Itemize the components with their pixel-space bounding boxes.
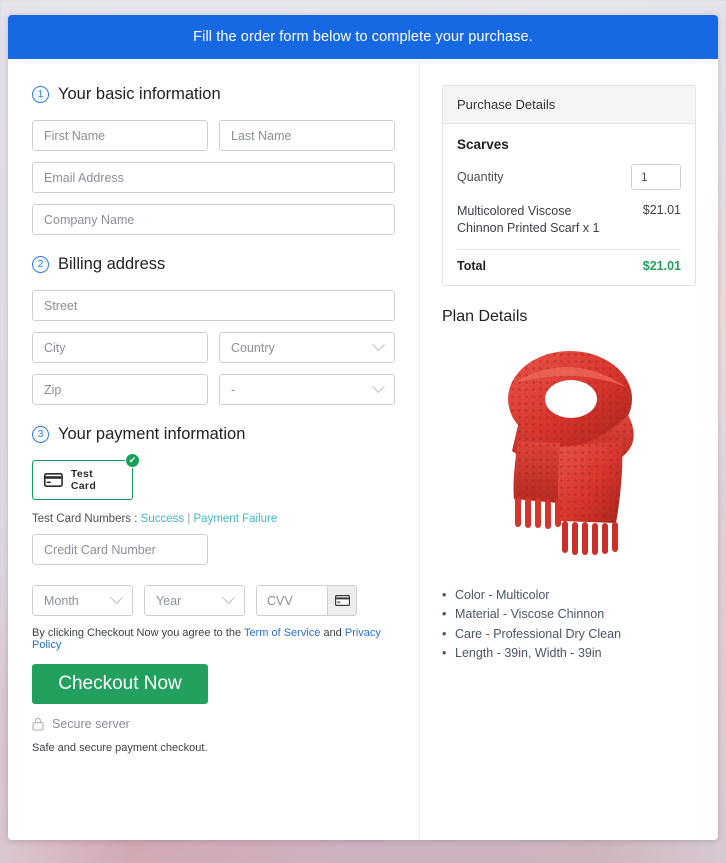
payment-method-option-wrapper: Test Card ✔ xyxy=(32,453,140,500)
lock-icon xyxy=(32,717,44,731)
terms-line: By clicking Checkout Now you agree to th… xyxy=(32,627,395,651)
purchase-details-heading: Purchase Details xyxy=(443,86,695,124)
summary-column: Purchase Details Scarves Quantity 1 Mult… xyxy=(420,59,718,840)
red-knitted-scarf-photo xyxy=(508,350,634,555)
banner-text: Fill the order form below to complete yo… xyxy=(193,29,533,45)
plan-bullet-list: Color - Multicolor Material - Viscose Ch… xyxy=(442,586,696,664)
cvv-input[interactable]: CVV xyxy=(256,585,327,616)
test-card-numbers-prefix: Test Card Numbers : xyxy=(32,513,141,525)
zip-input[interactable]: Zip xyxy=(32,374,208,405)
email-row: Email Address xyxy=(32,162,395,193)
state-select[interactable]: - xyxy=(219,374,395,405)
step-heading-basic: 1 Your basic information xyxy=(32,85,395,104)
chevron-down-icon xyxy=(372,338,385,352)
credit-card-icon xyxy=(334,595,350,606)
success-card-link[interactable]: Success xyxy=(141,513,184,525)
totals-divider xyxy=(457,248,681,250)
city-input[interactable]: City xyxy=(32,332,208,363)
expiry-cvv-row: Month Year CVV xyxy=(32,585,395,616)
year-select-value: Year xyxy=(156,593,182,608)
purchase-details-panel: Purchase Details Scarves Quantity 1 Mult… xyxy=(442,85,696,286)
total-label: Total xyxy=(457,258,486,273)
street-input[interactable]: Street xyxy=(32,290,395,321)
payment-method-label: Test Card xyxy=(70,468,97,492)
secure-server-note: Secure server xyxy=(32,717,395,731)
cvv-group: CVV xyxy=(256,585,357,616)
step-number-1: 1 xyxy=(32,86,49,103)
card-body: 1 Your basic information First Name Last… xyxy=(8,59,718,840)
street-row: Street xyxy=(32,290,395,321)
line-item-price: $21.01 xyxy=(642,203,681,217)
chevron-down-icon xyxy=(222,591,235,605)
terms-text-middle: and xyxy=(320,627,345,639)
company-name-input[interactable]: Company Name xyxy=(32,204,395,235)
cvv-help-button[interactable] xyxy=(327,585,357,616)
payment-method-test-card[interactable]: Test Card xyxy=(32,460,133,500)
year-select[interactable]: Year xyxy=(144,585,245,616)
email-input[interactable]: Email Address xyxy=(32,162,395,193)
plan-details-heading: Plan Details xyxy=(442,307,528,325)
checkout-button[interactable]: Checkout Now xyxy=(32,664,208,704)
form-column: 1 Your basic information First Name Last… xyxy=(8,59,420,840)
list-item: Color - Multicolor xyxy=(442,586,696,606)
step-number-2: 2 xyxy=(32,256,49,273)
line-item-description: Multicolored Viscose Chinnon Printed Sca… xyxy=(457,204,600,235)
product-image xyxy=(442,332,696,582)
product-name: Scarves xyxy=(457,137,509,152)
terms-text-before: By clicking Checkout Now you agree to th… xyxy=(32,627,244,639)
term-of-service-link[interactable]: Term of Service xyxy=(244,627,320,639)
country-select[interactable]: Country xyxy=(219,332,395,363)
payment-failure-card-link[interactable]: Payment Failure xyxy=(194,513,278,525)
step-title-basic: Your basic information xyxy=(58,85,221,103)
name-row: First Name Last Name xyxy=(32,120,395,151)
step-heading-payment: 3 Your payment information xyxy=(32,425,395,444)
credit-card-number-input[interactable]: Credit Card Number xyxy=(32,534,208,565)
chevron-down-icon xyxy=(110,591,123,605)
line-item-row: Multicolored Viscose Chinnon Printed Sca… xyxy=(457,203,681,237)
quantity-row: Quantity 1 xyxy=(457,164,681,190)
last-name-input[interactable]: Last Name xyxy=(219,120,395,151)
state-select-value: - xyxy=(231,382,236,397)
list-item: Care - Professional Dry Clean xyxy=(442,625,696,645)
step-number-3: 3 xyxy=(32,426,49,443)
purchase-details-body: Scarves Quantity 1 Multicolored Viscose … xyxy=(443,124,695,285)
step-heading-billing: 2 Billing address xyxy=(32,255,395,274)
chevron-down-icon xyxy=(372,380,385,394)
link-separator: | xyxy=(184,513,194,525)
total-amount: $21.01 xyxy=(642,258,681,273)
first-name-input[interactable]: First Name xyxy=(32,120,208,151)
month-select-value: Month xyxy=(44,593,79,608)
secure-server-label: Secure server xyxy=(52,717,130,731)
quantity-label: Quantity xyxy=(457,170,504,184)
step-title-billing: Billing address xyxy=(58,255,166,273)
quantity-input[interactable]: 1 xyxy=(631,164,681,190)
safe-checkout-note: Safe and secure payment checkout. xyxy=(32,742,208,754)
city-country-row: City Country xyxy=(32,332,395,363)
step-title-payment: Your payment information xyxy=(58,425,246,443)
total-row: Total $21.01 xyxy=(457,259,681,273)
list-item: Length - 39in, Width - 39in xyxy=(442,644,696,664)
zip-state-row: Zip - xyxy=(32,374,395,405)
credit-card-icon xyxy=(44,473,63,487)
month-select[interactable]: Month xyxy=(32,585,133,616)
checkout-card: Fill the order form below to complete yo… xyxy=(8,15,718,840)
company-row: Company Name xyxy=(32,204,395,235)
banner: Fill the order form below to complete yo… xyxy=(8,15,718,59)
list-item: Material - Viscose Chinnon xyxy=(442,605,696,625)
test-card-numbers-line: Test Card Numbers : Success | Payment Fa… xyxy=(32,513,395,525)
card-number-row: Credit Card Number xyxy=(32,534,395,565)
check-circle-icon: ✔ xyxy=(125,453,140,468)
country-select-value: Country xyxy=(231,340,275,355)
